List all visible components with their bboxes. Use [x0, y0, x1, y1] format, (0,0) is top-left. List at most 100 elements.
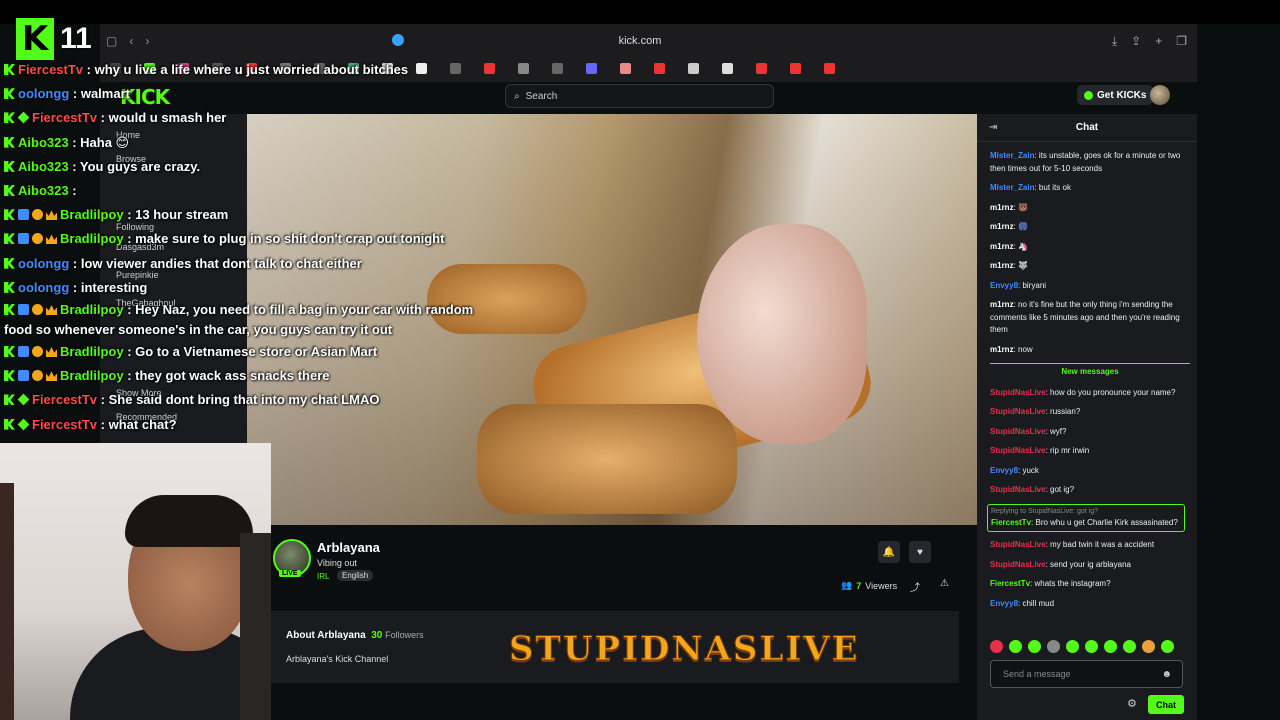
emote-icon[interactable] — [1047, 640, 1060, 653]
overlay-chat-text: Haha 😊 — [80, 134, 130, 150]
badge-icon — [32, 209, 43, 221]
bookmark-icon[interactable] — [722, 62, 733, 74]
chat-message[interactable]: StupidNasLive: russian? — [990, 406, 1190, 419]
overlay-chat-username: FiercestTv — [32, 110, 98, 126]
bookmark-icon[interactable] — [824, 62, 835, 74]
chat-reply-message[interactable]: Replying to StupidNasLive: got ig? Fierce… — [987, 503, 1185, 532]
sidebar-toggle-icon[interactable]: ▢ — [106, 34, 117, 48]
chat-message[interactable]: m1rnz: 🐺 — [990, 260, 1190, 273]
chat-message[interactable]: m1rnz: 🐻 — [990, 202, 1190, 215]
stream-category[interactable]: IRL — [317, 572, 329, 581]
chat-username[interactable]: Mister_Zain — [990, 151, 1034, 160]
address-bar[interactable]: kick.com — [570, 35, 710, 47]
badge-icon — [4, 185, 15, 197]
chat-username[interactable]: m1rnz — [990, 261, 1014, 270]
emote-icon[interactable] — [1085, 640, 1098, 653]
notification-bell-button[interactable]: 🔔 — [878, 541, 900, 563]
chat-message[interactable]: FiercestTv: whats the instagram? — [990, 578, 1190, 591]
chat-username[interactable]: StupidNasLive — [990, 388, 1046, 397]
forward-icon[interactable]: › — [145, 34, 149, 48]
chat-message[interactable]: m1rnz: 🦄 — [990, 241, 1190, 254]
chat-message[interactable]: m1rnz: no it's fine but the only thing i… — [990, 299, 1190, 337]
share-icon[interactable]: ⇪ — [1131, 34, 1141, 49]
chat-username[interactable]: StupidNasLive — [990, 560, 1046, 569]
emote-icon[interactable] — [1009, 640, 1022, 653]
send-chat-button[interactable]: Chat — [1148, 695, 1184, 714]
emoji-picker-icon[interactable]: ☻ — [1161, 669, 1172, 680]
report-icon[interactable]: ⚠ — [940, 578, 949, 589]
search-input[interactable]: ⌕ Search — [505, 84, 774, 108]
chat-username[interactable]: StupidNasLive — [990, 427, 1046, 436]
share-icon[interactable]: ⤴ — [910, 579, 920, 594]
chat-message[interactable]: m1rnz: now — [990, 344, 1190, 357]
emote-icon[interactable] — [1066, 640, 1079, 653]
overlay-chat-text: why u live a life where u just worried a… — [94, 62, 409, 77]
chat-message[interactable]: m1rnz: 🎆 — [990, 221, 1190, 234]
chat-message[interactable]: StupidNasLive: my bad twin it was a acci… — [990, 539, 1190, 552]
overlay-chat-line: Aibo323 : — [4, 179, 504, 203]
emote-icon[interactable] — [1161, 640, 1174, 653]
followers-count: 30 — [371, 630, 383, 641]
channel-name[interactable]: Arblayana — [317, 540, 380, 555]
chat-username[interactable]: m1rnz — [990, 300, 1014, 309]
chat-username[interactable]: Envyy8 — [990, 599, 1018, 608]
chat-username[interactable]: StupidNasLive — [990, 540, 1046, 549]
chat-message[interactable]: StupidNasLive: send your ig arblayana — [990, 559, 1190, 572]
badge-icon — [46, 347, 57, 358]
chat-message[interactable]: Mister_Zain: but its ok — [990, 182, 1190, 195]
chat-message[interactable]: Envyy8: chill mud — [990, 598, 1190, 611]
emote-icon[interactable] — [1028, 640, 1041, 653]
emote-icon[interactable] — [1104, 640, 1117, 653]
bookmark-icon[interactable] — [552, 62, 563, 74]
profile-icon[interactable] — [392, 34, 404, 46]
kick-k-icon: K — [16, 18, 54, 60]
new-tab-icon[interactable]: + — [1155, 34, 1162, 49]
chat-text: yuck — [1022, 465, 1039, 475]
chat-username[interactable]: m1rnz — [990, 203, 1014, 212]
emote-icon[interactable] — [1142, 640, 1155, 653]
chat-username[interactable]: StupidNasLive — [990, 407, 1046, 416]
avatar[interactable] — [1150, 85, 1170, 105]
chat-message[interactable]: Mister_Zain: its unstable, goes ok for a… — [990, 150, 1190, 175]
chat-username[interactable]: Envyy8 — [990, 281, 1018, 290]
language-tag[interactable]: English — [337, 570, 374, 581]
bookmark-icon[interactable] — [756, 62, 767, 74]
chat-message[interactable]: StupidNasLive: rip mr irwin — [990, 445, 1190, 458]
chat-input[interactable]: Send a message ☻ — [990, 660, 1183, 688]
chat-message[interactable]: Envyy8: biryani — [990, 280, 1190, 293]
emote-icon[interactable] — [1123, 640, 1136, 653]
reply-context: Replying to StupidNasLive: got ig? — [991, 507, 1099, 515]
bookmark-icon[interactable] — [688, 62, 699, 74]
tabs-overview-icon[interactable]: ❐ — [1176, 34, 1187, 49]
chat-username[interactable]: Mister_Zain — [990, 183, 1034, 192]
badge-icon — [4, 88, 15, 100]
gear-icon[interactable]: ⚙ — [1127, 697, 1137, 710]
back-icon[interactable]: ‹ — [129, 34, 133, 48]
chat-username[interactable]: Envyy8 — [990, 466, 1018, 475]
badge-icon — [18, 346, 29, 358]
chat-message[interactable]: StupidNasLive: wyf? — [990, 426, 1190, 439]
chat-message[interactable]: StupidNasLive: got ig? — [990, 484, 1190, 497]
chat-username[interactable]: m1rnz — [990, 345, 1014, 354]
chat-username[interactable]: StupidNasLive — [990, 446, 1046, 455]
emote-icon[interactable] — [990, 640, 1003, 653]
overlay-chat-separator: : — [68, 134, 81, 150]
chat-message[interactable]: Envyy8: yuck — [990, 465, 1190, 478]
chat-username[interactable]: FiercestTv — [991, 518, 1031, 527]
chat-text: no it's fine but the only thing i'm send… — [990, 300, 1180, 334]
bookmark-icon[interactable] — [620, 62, 631, 74]
bookmark-icon[interactable] — [790, 62, 801, 74]
bookmark-icon[interactable] — [654, 62, 665, 74]
get-kicks-button[interactable]: Get KICKs — [1077, 85, 1154, 105]
follow-button[interactable]: ♥ — [909, 541, 931, 563]
chat-username[interactable]: m1rnz — [990, 242, 1014, 251]
bookmark-icon[interactable] — [518, 62, 529, 74]
chat-username[interactable]: m1rnz — [990, 222, 1014, 231]
about-heading: About Arblayana 30 Followers — [286, 630, 424, 641]
chat-username[interactable]: FiercestTv — [990, 579, 1030, 588]
download-icon[interactable]: ⤓ — [1112, 34, 1117, 49]
collapse-chat-icon[interactable]: ⇥ — [989, 122, 997, 133]
chat-message[interactable]: StupidNasLive: how do you pronounce your… — [990, 387, 1190, 400]
bookmark-icon[interactable] — [586, 62, 597, 74]
chat-username[interactable]: StupidNasLive — [990, 485, 1046, 494]
